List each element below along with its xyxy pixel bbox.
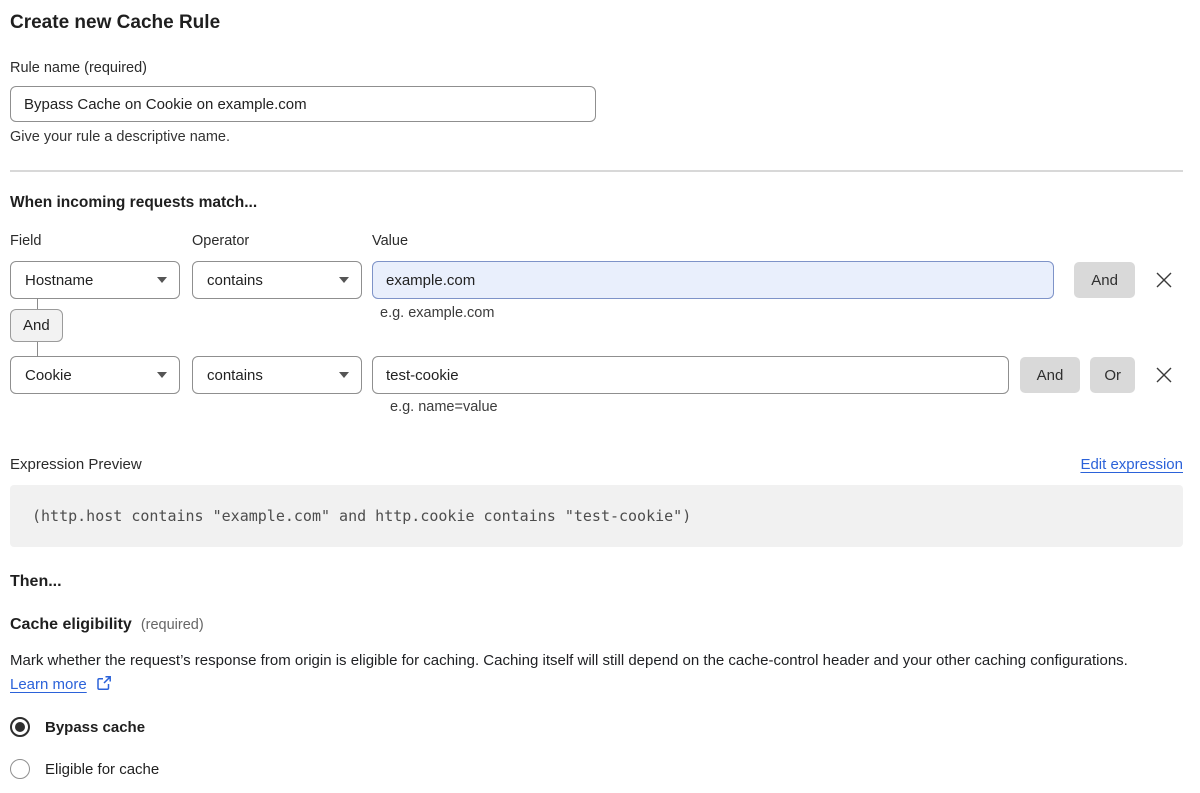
and-connector-button[interactable]: And <box>10 309 63 342</box>
expression-code: (http.host contains "example.com" and ht… <box>10 485 1183 547</box>
chevron-down-icon <box>339 277 349 283</box>
condition-row-1: Hostname contains And <box>10 261 1183 299</box>
value-input[interactable] <box>372 261 1055 299</box>
rule-name-label: Rule name (required) <box>10 60 148 76</box>
required-note: (required) <box>140 617 204 633</box>
value-helper: e.g. name=value <box>390 399 498 415</box>
field-select-value: Hostname <box>25 271 94 289</box>
or-button[interactable]: Or <box>1090 357 1135 393</box>
column-label-operator: Operator <box>192 233 250 249</box>
match-heading: When incoming requests match... <box>10 194 258 211</box>
cache-eligibility-description: Mark whether the request’s response from… <box>10 649 1170 697</box>
radio-option-label: Eligible for cache <box>45 760 160 778</box>
chevron-down-icon <box>157 372 167 378</box>
and-button[interactable]: And <box>1019 357 1081 393</box>
operator-select[interactable]: contains <box>192 261 362 299</box>
radio-option-bypass-cache[interactable]: Bypass cache <box>10 717 1183 737</box>
then-heading: Then... <box>10 573 62 590</box>
page-title: Create new Cache Rule <box>10 12 221 33</box>
close-icon <box>1156 367 1172 383</box>
cache-eligibility-heading: Cache eligibility <box>10 616 132 633</box>
column-label-field: Field <box>10 233 42 249</box>
radio-button[interactable] <box>10 717 30 737</box>
edit-expression-link[interactable]: Edit expression <box>1080 456 1183 473</box>
condition-row-2: Cookie contains And Or <box>10 356 1183 394</box>
operator-select-value: contains <box>207 271 263 289</box>
create-cache-rule-form: Create new Cache Rule Rule name (require… <box>0 0 1200 779</box>
field-select[interactable]: Cookie <box>10 356 180 394</box>
operator-select-value: contains <box>207 366 263 384</box>
value-input[interactable] <box>372 356 1009 394</box>
value-helper: e.g. example.com <box>380 305 495 321</box>
expression-preview-label: Expression Preview <box>10 456 142 473</box>
field-select-value: Cookie <box>25 366 72 384</box>
column-label-value: Value <box>372 233 409 249</box>
operator-select[interactable]: contains <box>192 356 362 394</box>
remove-condition-button[interactable] <box>1153 269 1175 291</box>
condition-column-labels: Field Operator Value <box>10 233 1183 250</box>
rule-name-input[interactable] <box>10 86 596 122</box>
close-icon <box>1156 272 1172 288</box>
external-link-icon <box>97 676 111 690</box>
radio-option-label: Bypass cache <box>45 718 146 736</box>
condition-connector-row: And e.g. example.com <box>10 298 1183 357</box>
learn-more-link[interactable]: Learn more <box>10 676 87 693</box>
radio-option-eligible-for-cache[interactable]: Eligible for cache <box>10 759 1183 779</box>
and-button[interactable]: And <box>1074 262 1135 298</box>
description-text: Mark whether the request’s response from… <box>10 652 1128 669</box>
cache-eligibility-heading-row: Cache eligibility (required) <box>10 615 1183 635</box>
section-divider <box>10 170 1183 172</box>
field-select[interactable]: Hostname <box>10 261 180 299</box>
rule-name-helper: Give your rule a descriptive name. <box>10 129 231 145</box>
radio-button[interactable] <box>10 759 30 779</box>
chevron-down-icon <box>157 277 167 283</box>
expression-preview-header: Expression Preview Edit expression <box>10 456 1183 473</box>
chevron-down-icon <box>339 372 349 378</box>
remove-condition-button[interactable] <box>1153 364 1175 386</box>
